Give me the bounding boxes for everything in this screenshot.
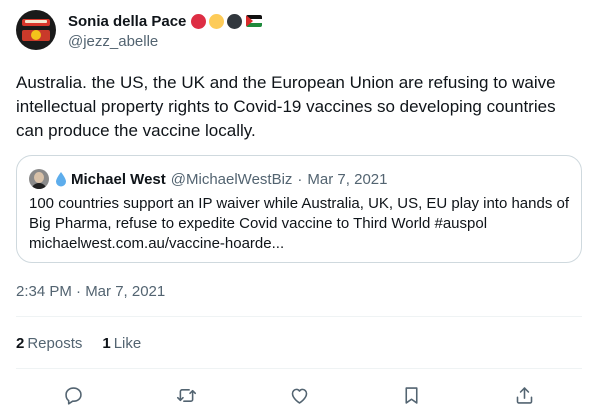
reposts-stat[interactable]: 2 Reposts: [16, 335, 82, 352]
likes-stat[interactable]: 1 Like: [102, 335, 141, 352]
like-icon: [291, 388, 307, 404]
quoted-avatar[interactable]: [29, 169, 49, 189]
water-drop-icon: [56, 172, 66, 187]
yellow-circle-icon: [209, 13, 225, 29]
like-button[interactable]: [284, 380, 314, 410]
author-emoji-badges: [191, 13, 263, 29]
avatar-text-mark: [25, 20, 47, 23]
likes-label: Like: [113, 335, 142, 352]
tweet-text: Australia. the US, the UK and the Europe…: [16, 73, 556, 140]
tweet-timestamp[interactable]: 2:34 PM · Mar 7, 2021: [16, 283, 165, 300]
quoted-separator: ·: [297, 170, 303, 188]
share-button[interactable]: [509, 380, 539, 410]
red-circle-icon: [191, 13, 207, 29]
action-bar: [16, 380, 582, 410]
divider: [16, 368, 582, 369]
tweet-header: Sonia della Pace @jezz_abelle: [68, 10, 263, 50]
likes-count: 1: [102, 335, 111, 352]
quoted-author-handle[interactable]: @MichaelWestBiz: [171, 171, 293, 188]
divider: [16, 316, 582, 317]
bookmark-icon: [404, 386, 418, 404]
palestine-flag-icon: [246, 15, 263, 27]
quoted-tweet[interactable]: Michael West @MichaelWestBiz · Mar 7, 20…: [16, 155, 582, 263]
author-avatar[interactable]: [16, 10, 56, 50]
reposts-count: 2: [16, 335, 25, 352]
reply-icon: [64, 386, 82, 405]
quoted-date[interactable]: Mar 7, 2021: [307, 171, 387, 188]
repost-icon: [176, 388, 196, 402]
quoted-tweet-text: 100 countries support an IP waiver while…: [29, 195, 570, 252]
author-handle[interactable]: @jezz_abelle: [68, 33, 262, 50]
bookmark-button[interactable]: [396, 380, 426, 410]
engagement-stats: 2 Reposts 1 Like: [16, 335, 141, 352]
quoted-author-name[interactable]: Michael West: [71, 171, 166, 188]
quoted-tweet-header: Michael West @MichaelWestBiz · Mar 7, 20…: [29, 169, 387, 189]
avatar-sun: [31, 30, 41, 40]
share-icon: [516, 386, 532, 404]
author-name[interactable]: Sonia della Pace: [68, 13, 186, 30]
reply-button[interactable]: [58, 380, 88, 410]
black-circle-icon: [227, 13, 243, 29]
reposts-label: Reposts: [27, 335, 83, 352]
repost-button[interactable]: [171, 380, 201, 410]
